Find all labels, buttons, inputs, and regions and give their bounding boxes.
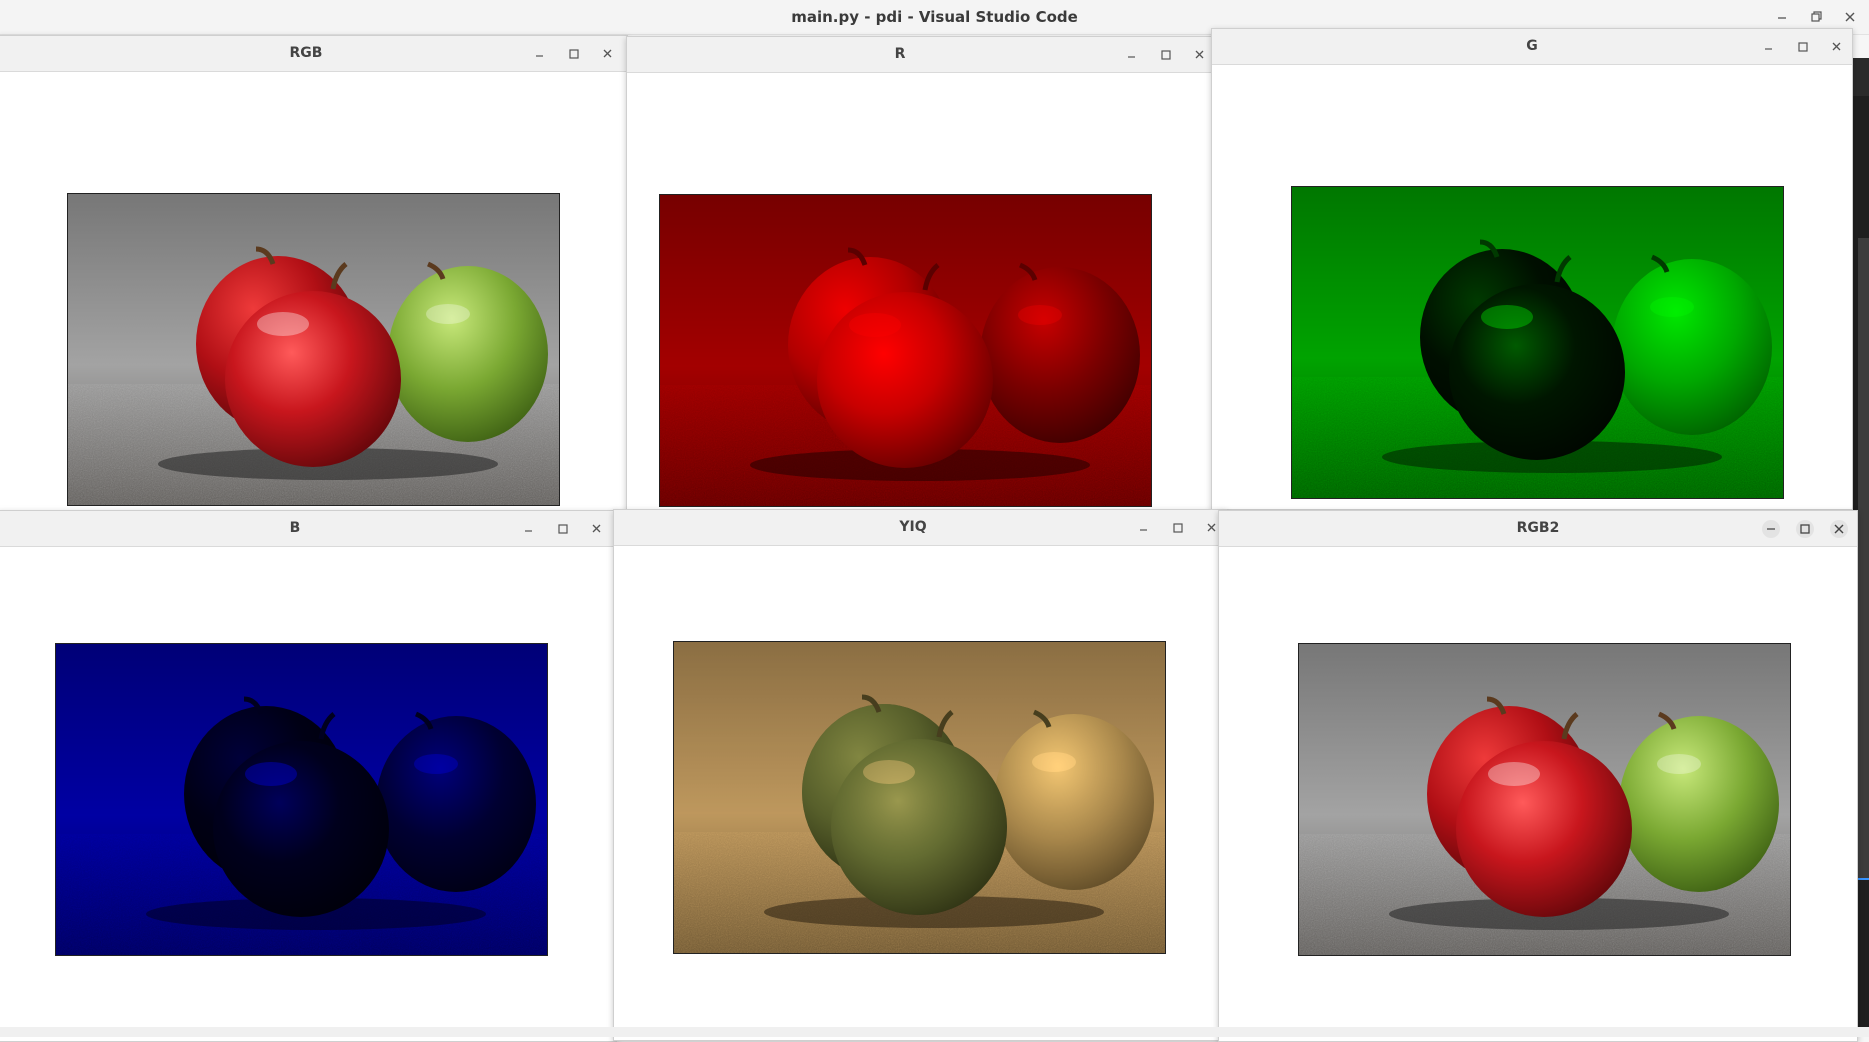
window-titlebar[interactable]: YIQ — [614, 510, 1226, 546]
window-title: YIQ — [899, 519, 927, 535]
rgb-window[interactable]: RGB — [0, 35, 628, 512]
window-title: RGB2 — [1516, 520, 1560, 536]
close-icon[interactable] — [588, 520, 606, 538]
window-canvas — [1219, 547, 1857, 1041]
taskbar-edge — [0, 1027, 1869, 1037]
restore-icon[interactable] — [1807, 8, 1825, 26]
apple-image-rgb — [67, 193, 560, 506]
window-canvas — [0, 72, 627, 511]
minimize-icon[interactable] — [1773, 8, 1791, 26]
minimize-icon[interactable] — [1123, 46, 1141, 64]
window-title: RGB — [289, 45, 323, 61]
maximize-icon[interactable] — [554, 520, 572, 538]
apple-image-rgb2 — [1298, 643, 1791, 956]
minimize-icon[interactable] — [520, 520, 538, 538]
g-channel-window[interactable]: G — [1211, 28, 1853, 510]
window-titlebar[interactable]: RGB — [0, 36, 627, 72]
window-canvas — [627, 73, 1217, 511]
maximize-icon[interactable] — [565, 45, 583, 63]
minimize-icon[interactable] — [531, 45, 549, 63]
yiq-window[interactable]: YIQ — [613, 509, 1227, 1041]
window-title: B — [289, 520, 301, 536]
maximize-icon[interactable] — [1796, 520, 1814, 538]
close-icon[interactable] — [1830, 520, 1848, 538]
maximize-icon[interactable] — [1169, 519, 1187, 537]
maximize-icon[interactable] — [1157, 46, 1175, 64]
window-titlebar[interactable]: RGB2 — [1219, 511, 1857, 547]
close-icon[interactable] — [599, 45, 617, 63]
close-icon[interactable] — [1828, 38, 1846, 56]
window-canvas — [0, 547, 616, 1041]
rgb2-window[interactable]: RGB2 — [1218, 510, 1858, 1042]
window-titlebar[interactable]: G — [1212, 29, 1852, 65]
apple-image-yiq — [673, 641, 1166, 954]
window-canvas — [614, 546, 1226, 1040]
minimize-icon[interactable] — [1760, 38, 1778, 56]
close-icon[interactable] — [1841, 8, 1859, 26]
minimize-icon[interactable] — [1135, 519, 1153, 537]
apple-image-green-channel — [1291, 186, 1784, 499]
close-icon[interactable] — [1191, 46, 1209, 64]
window-title: R — [894, 46, 906, 62]
editor-scrollbar[interactable] — [1858, 238, 1869, 878]
window-titlebar[interactable]: R — [627, 37, 1217, 73]
r-channel-window[interactable]: R — [626, 36, 1218, 512]
apple-image-red-channel — [659, 194, 1152, 507]
window-titlebar[interactable]: B — [0, 511, 616, 547]
window-canvas — [1212, 65, 1852, 509]
window-title: G — [1526, 38, 1538, 54]
apple-image-blue-channel — [55, 643, 548, 956]
minimize-icon[interactable] — [1762, 520, 1780, 538]
b-channel-window[interactable]: B — [0, 510, 617, 1042]
maximize-icon[interactable] — [1794, 38, 1812, 56]
